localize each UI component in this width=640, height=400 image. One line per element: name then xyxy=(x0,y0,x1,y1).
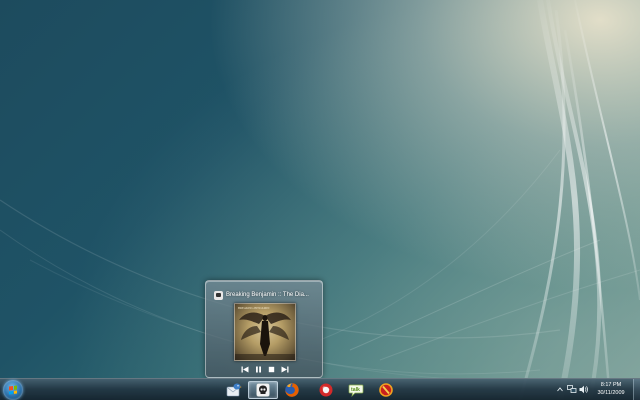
taskbar-talk[interactable]: talk xyxy=(342,381,370,399)
show-desktop-button[interactable] xyxy=(633,379,640,400)
taskbar-red-orange-app[interactable] xyxy=(372,381,400,399)
clock-date: 30/11/2009 xyxy=(597,390,625,396)
taskbar-mail-app[interactable] xyxy=(220,381,248,399)
svg-text:talk: talk xyxy=(351,387,360,393)
album-art-thumbnail[interactable]: BREAKING BENJAMIN xyxy=(234,303,296,361)
no-entry-circle-icon xyxy=(379,383,393,397)
taskbar-firefox[interactable] xyxy=(278,381,306,399)
svg-text:BREAKING BENJAMIN: BREAKING BENJAMIN xyxy=(238,306,270,310)
start-button[interactable] xyxy=(3,380,23,400)
taskbar: talk 8:17 PM 30/11/2009 xyxy=(0,378,640,400)
network-icon[interactable] xyxy=(567,384,577,394)
clock-time: 8:17 PM xyxy=(600,382,622,388)
pause-icon[interactable] xyxy=(253,365,263,374)
previous-track-icon[interactable] xyxy=(240,365,250,374)
volume-icon[interactable] xyxy=(579,384,589,394)
taskbar-red-app[interactable] xyxy=(312,381,340,399)
firefox-icon xyxy=(285,383,299,397)
taskbar-thumbnail-preview[interactable]: Breaking Benjamin :: The Dia... BREAKING… xyxy=(205,280,323,378)
red-circle-icon xyxy=(319,383,333,397)
winamp-skull-icon xyxy=(256,383,270,397)
talk-bubble-icon: talk xyxy=(348,384,364,398)
system-clock[interactable]: 8:17 PM 30/11/2009 xyxy=(592,381,630,399)
show-hidden-icons-arrow[interactable] xyxy=(555,384,565,394)
stop-icon[interactable] xyxy=(267,365,277,374)
taskbar-media-player[interactable] xyxy=(248,381,278,399)
windows-orb-icon xyxy=(9,385,17,395)
album-art-angel-image: BREAKING BENJAMIN xyxy=(235,306,295,360)
winamp-skull-icon xyxy=(214,290,223,300)
next-track-icon[interactable] xyxy=(280,365,290,374)
thumbnail-toolbar xyxy=(240,365,290,374)
desktop[interactable]: Breaking Benjamin :: The Dia... BREAKING… xyxy=(0,0,640,400)
thumbnail-title-row: Breaking Benjamin :: The Dia... xyxy=(214,289,320,301)
mail-bird-icon xyxy=(226,383,242,397)
thumbnail-title: Breaking Benjamin :: The Dia... xyxy=(226,292,309,298)
